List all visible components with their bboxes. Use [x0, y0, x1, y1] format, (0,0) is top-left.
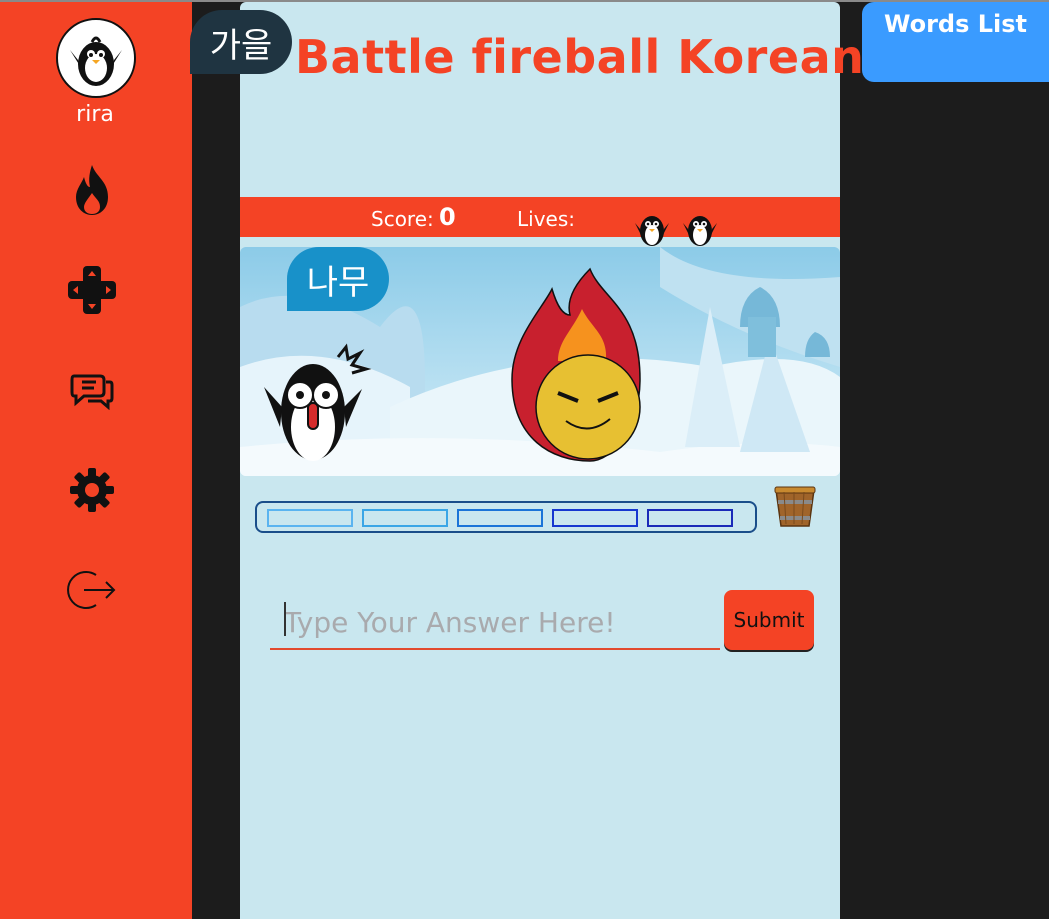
score-label: Score: [371, 207, 434, 231]
gear-icon [70, 468, 114, 512]
chat-icon [70, 374, 114, 410]
sidebar-item-games[interactable] [62, 260, 122, 320]
sidebar-item-chat[interactable] [62, 360, 122, 420]
sidebar-item-fire[interactable] [62, 160, 122, 220]
avatar[interactable] [56, 18, 136, 98]
sidebar-item-logout[interactable] [62, 560, 122, 620]
life-penguin-icon [683, 216, 717, 246]
text-caret [284, 602, 286, 636]
progress-segment [457, 509, 543, 527]
submit-button[interactable]: Submit [724, 590, 814, 650]
prompt-word-bubble: 나무 [287, 247, 389, 311]
fire-icon [76, 165, 108, 215]
category-word-bubble: 가을 [190, 10, 292, 74]
progress-segment [552, 509, 638, 527]
progress-bar [255, 501, 757, 533]
username: rira [76, 102, 114, 127]
page-title: Battle fireball Korean [295, 30, 865, 84]
life-penguin-icon [635, 216, 669, 246]
progress-segment [362, 509, 448, 527]
penguin-avatar-icon [70, 36, 122, 86]
sidebar-item-settings[interactable] [62, 460, 122, 520]
logout-icon [67, 571, 116, 609]
sidebar: rira [0, 2, 192, 919]
gamepad-icon [68, 266, 116, 314]
words-list-button[interactable]: Words List [862, 2, 1049, 82]
score-value: 0 [439, 203, 456, 231]
answer-input[interactable] [270, 596, 720, 650]
water-bucket-icon [774, 486, 816, 527]
progress-segment [647, 509, 733, 527]
lives-label: Lives: [517, 207, 575, 231]
progress-segment [267, 509, 353, 527]
scoreboard: Score: 0 Lives: [240, 197, 840, 246]
